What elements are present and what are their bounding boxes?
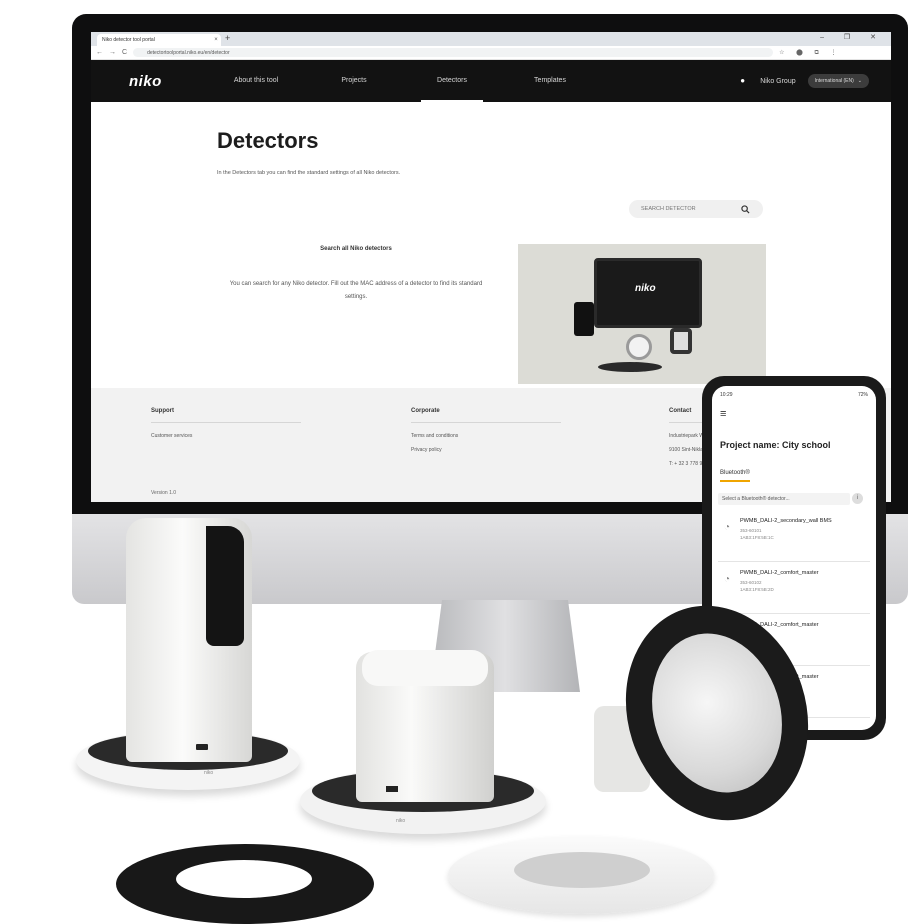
user-icon: ● (740, 76, 746, 85)
detector-card[interactable]: ◔ PWMB_DALI-2_comfort_master 353-60102 1… (718, 564, 870, 614)
footer-heading: Support (151, 408, 301, 423)
detector-port (196, 744, 208, 750)
version-label: Version 1.0 (151, 490, 177, 496)
status-time: 10:29 (720, 392, 733, 398)
detector-mac: 1AB3:1F8:5B:2D (740, 587, 774, 592)
footer-link[interactable]: Terms and conditions (411, 433, 561, 439)
detector-card[interactable]: ◔ PWMB_DALI-2_secondary_wall BMS 353-601… (718, 512, 870, 562)
sensor-icon: ◔ (724, 574, 731, 585)
sensor-icon: ◔ (724, 522, 731, 533)
promo-image: niko (518, 244, 766, 384)
footer-column-support: Support Customer services (151, 408, 301, 447)
nav-projects[interactable]: Projects (305, 60, 403, 102)
footer-link[interactable]: Privacy policy (411, 447, 561, 453)
page-intro: In the Detectors tab you can find the st… (217, 170, 401, 176)
promo-sensor-illustration (626, 334, 652, 360)
promo-logo: niko (635, 283, 656, 294)
status-battery: 72% (857, 392, 868, 398)
footer-heading: Corporate (411, 408, 561, 423)
browser-tabstrip: Niko detector tool portal × + – ❐ ✕ (91, 32, 891, 46)
tab-title: Niko detector tool portal (102, 37, 155, 43)
close-icon[interactable]: × (211, 37, 221, 43)
nav-about[interactable]: About this tool (207, 60, 305, 102)
footer-link[interactable]: Customer services (151, 433, 301, 439)
page-title: Detectors (217, 128, 319, 153)
search-input[interactable] (641, 206, 737, 212)
detector-port (386, 786, 398, 792)
promo-title: Search all Niko detectors (320, 246, 392, 252)
header-right: ● Niko Group International (EN) ⌄ (740, 60, 869, 102)
promo-monitor-illustration: niko (594, 258, 702, 328)
chevron-down-icon: ⌄ (857, 78, 862, 84)
bluetooth-select[interactable]: Select a Bluetooth® detector... (718, 493, 850, 505)
language-select[interactable]: International (EN) ⌄ (807, 74, 869, 88)
project-title: Project name: City school (720, 440, 831, 450)
promo-phone-illustration (574, 302, 594, 336)
status-bar: 10:29 72% (720, 392, 868, 398)
product-label: niko (396, 818, 406, 824)
detector-code: 353-60102 (740, 580, 762, 585)
detector-name: PWMB_DALI-2_comfort_master (740, 570, 819, 576)
detector-mac: 1AB3:1F8:5B:1C (740, 535, 774, 540)
detector-search (629, 200, 763, 218)
footer-column-corporate: Corporate Terms and conditions Privacy p… (411, 408, 561, 461)
black-cover-ring-hole (176, 860, 312, 898)
detector-name: PWMB_DALI-2_secondary_wall BMS (740, 518, 832, 524)
search-icon[interactable] (741, 204, 750, 214)
window-controls[interactable]: – ❐ ✕ (820, 33, 885, 41)
nav-templates[interactable]: Templates (501, 60, 599, 102)
browser-toolbar: ← → C detectortoolportal.niko.eu/en/dete… (91, 46, 891, 60)
tall-detector-lens (206, 526, 244, 646)
language-value: International (EN) (814, 78, 854, 84)
cube-detector-top (362, 650, 488, 686)
forward-arrow-icon[interactable]: → (109, 49, 116, 56)
info-icon[interactable]: i (852, 493, 863, 504)
browser-tab[interactable]: Niko detector tool portal × (97, 34, 221, 46)
new-tab-button[interactable]: + (225, 33, 230, 43)
user-name[interactable]: Niko Group (760, 78, 795, 85)
extension-icons[interactable]: ☆ ⬤ ⧉ ⋮ (779, 49, 841, 57)
nav-detectors[interactable]: Detectors (403, 60, 501, 102)
white-cover-ring-hole (514, 852, 650, 888)
hamburger-menu-icon[interactable]: ≡ (720, 408, 726, 420)
reload-icon[interactable]: C (122, 49, 127, 56)
product-label: niko (204, 770, 214, 776)
tab-bluetooth[interactable]: Bluetooth® (720, 470, 750, 482)
promo-sensor-illustration (670, 328, 692, 354)
back-arrow-icon[interactable]: ← (96, 49, 103, 56)
niko-logo[interactable]: niko (129, 73, 207, 90)
detector-code: 353-60101 (740, 528, 762, 533)
site-header: niko About this tool Projects Detectors … (91, 60, 891, 102)
address-bar[interactable]: detectortoolportal.niko.eu/en/detector (133, 48, 774, 57)
promo-base-illustration (598, 362, 662, 372)
promo-text: You can search for any Niko detector. Fi… (229, 281, 483, 300)
